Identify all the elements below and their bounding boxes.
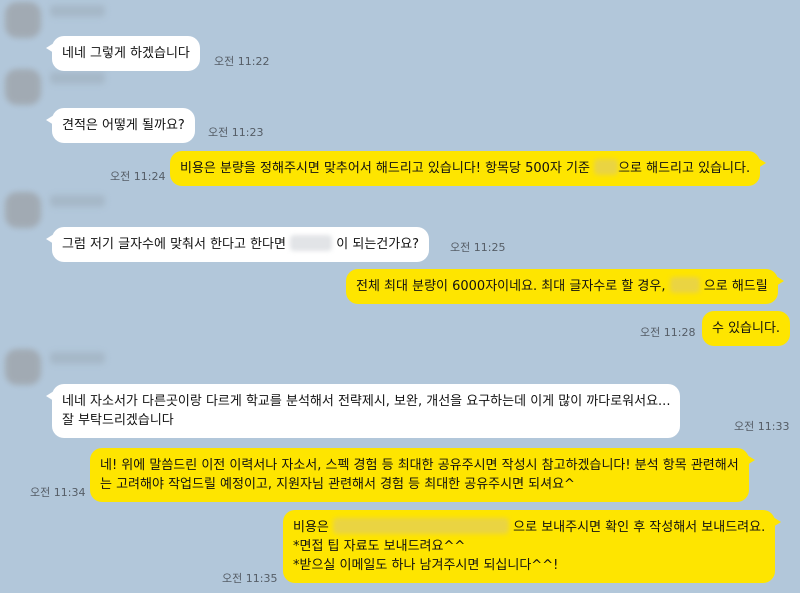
message-bubble-incoming[interactable]: 네네 그렇게 하겠습니다 bbox=[46, 36, 200, 71]
message-bubble-incoming[interactable]: 네네 자소서가 다른곳이랑 다르게 학교를 분석해서 전략제시, 보완, 개선을… bbox=[45, 384, 681, 438]
message-time: 오전 11:25 bbox=[450, 241, 506, 254]
message-bubble-outgoing[interactable]: 전체 최대 분량이 6000자이네요. 최대 글자수로 할 경우, 으로 해드릴 bbox=[346, 269, 784, 304]
message-time: 오전 11:22 bbox=[214, 55, 270, 68]
sender-name bbox=[50, 195, 105, 207]
message-bubble-outgoing[interactable]: 비용은 으로 보내주시면 확인 후 작성해서 보내드려요. *면접 팁 자료도 … bbox=[283, 510, 782, 583]
avatar[interactable] bbox=[5, 349, 41, 385]
message-bubble-incoming[interactable]: 견적은 어떻게 될까요? bbox=[46, 108, 195, 143]
message-text: 비용은 분량을 정해주시면 맞추어서 해드리고 있습니다! 항목당 500자 기… bbox=[180, 161, 590, 176]
message-text: 네네 그렇게 하겠습니다 bbox=[62, 46, 190, 61]
message-text-line: 비용은 으로 보내주시면 확인 후 작성해서 보내드려요. bbox=[293, 518, 765, 537]
message-text: 으로 보내주시면 확인 후 작성해서 보내드려요. bbox=[513, 520, 766, 535]
redacted-text bbox=[333, 518, 510, 534]
message-bubble-outgoing[interactable]: 수 있습니다. bbox=[702, 311, 791, 346]
message-bubble-outgoing[interactable]: 비용은 분량을 정해주시면 맞추어서 해드리고 있습니다! 항목당 500자 기… bbox=[170, 151, 767, 186]
message-text: *면접 팁 자료도 보내드려요^^ bbox=[293, 539, 466, 554]
message-text: 잘 부탁드리겠습니다 bbox=[62, 413, 174, 428]
message-time: 오전 11:34 bbox=[30, 486, 86, 499]
sender-name bbox=[50, 72, 105, 84]
message-text: 전체 최대 분량이 6000자이네요. 최대 글자수로 할 경우, bbox=[356, 279, 666, 294]
message-text: 그럼 저기 글자수에 맞춰서 한다고 한다면 bbox=[62, 237, 286, 252]
message-text: *받으실 이메일도 하나 남겨주시면 되십니다^^! bbox=[293, 558, 559, 573]
avatar[interactable] bbox=[5, 192, 41, 228]
message-text: 견적은 어떻게 될까요? bbox=[62, 118, 185, 133]
redacted-text bbox=[290, 235, 333, 251]
message-time: 오전 11:24 bbox=[110, 170, 166, 183]
message-time: 오전 11:33 bbox=[734, 420, 790, 433]
message-text: 으로 해드리고 있습니다. bbox=[618, 161, 751, 176]
message-text: 비용은 bbox=[293, 520, 329, 535]
message-text: 네네 자소서가 다른곳이랑 다르게 학교를 분석해서 전략제시, 보완, 개선을… bbox=[62, 394, 671, 409]
message-time: 오전 11:23 bbox=[208, 126, 264, 139]
message-bubble-incoming[interactable]: 그럼 저기 글자수에 맞춰서 한다고 한다면 이 되는건가요? bbox=[45, 227, 430, 262]
message-time: 오전 11:35 bbox=[222, 572, 278, 585]
sender-name bbox=[50, 352, 105, 364]
message-text: 는 고려해야 작업드릴 예정이고, 지원자님 관련해서 경험 등 최대한 공유주… bbox=[100, 477, 575, 492]
avatar[interactable] bbox=[5, 69, 41, 105]
sender-name bbox=[50, 5, 105, 17]
message-bubble-outgoing[interactable]: 네! 위에 말씀드린 이전 이력서나 자소서, 스펙 경험 등 최대한 공유주시… bbox=[90, 448, 755, 502]
redacted-text bbox=[669, 277, 700, 293]
message-text: 으로 해드릴 bbox=[703, 279, 768, 294]
redacted-text bbox=[594, 159, 619, 175]
message-text: 네! 위에 말씀드린 이전 이력서나 자소서, 스펙 경험 등 최대한 공유주시… bbox=[100, 458, 739, 473]
message-time: 오전 11:28 bbox=[640, 326, 696, 339]
message-text: 이 되는건가요? bbox=[336, 237, 420, 252]
message-text: 수 있습니다. bbox=[712, 321, 781, 336]
avatar[interactable] bbox=[5, 2, 41, 38]
